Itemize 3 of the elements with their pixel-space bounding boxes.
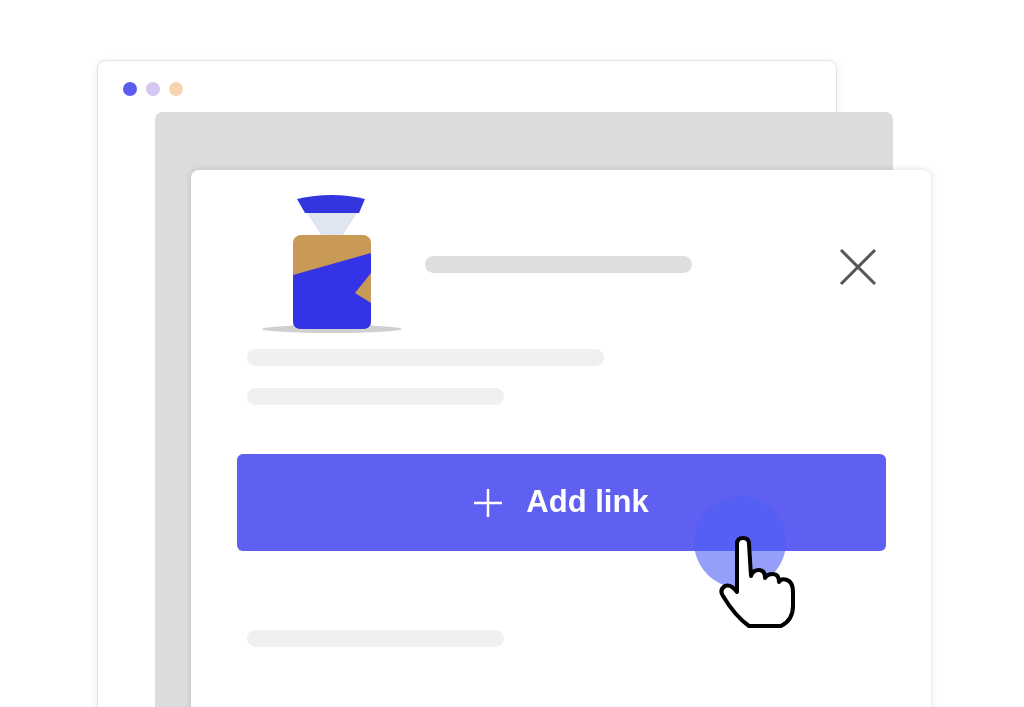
close-icon[interactable] (839, 248, 877, 286)
plus-icon (474, 488, 503, 517)
add-link-button[interactable]: Add link (237, 454, 886, 551)
